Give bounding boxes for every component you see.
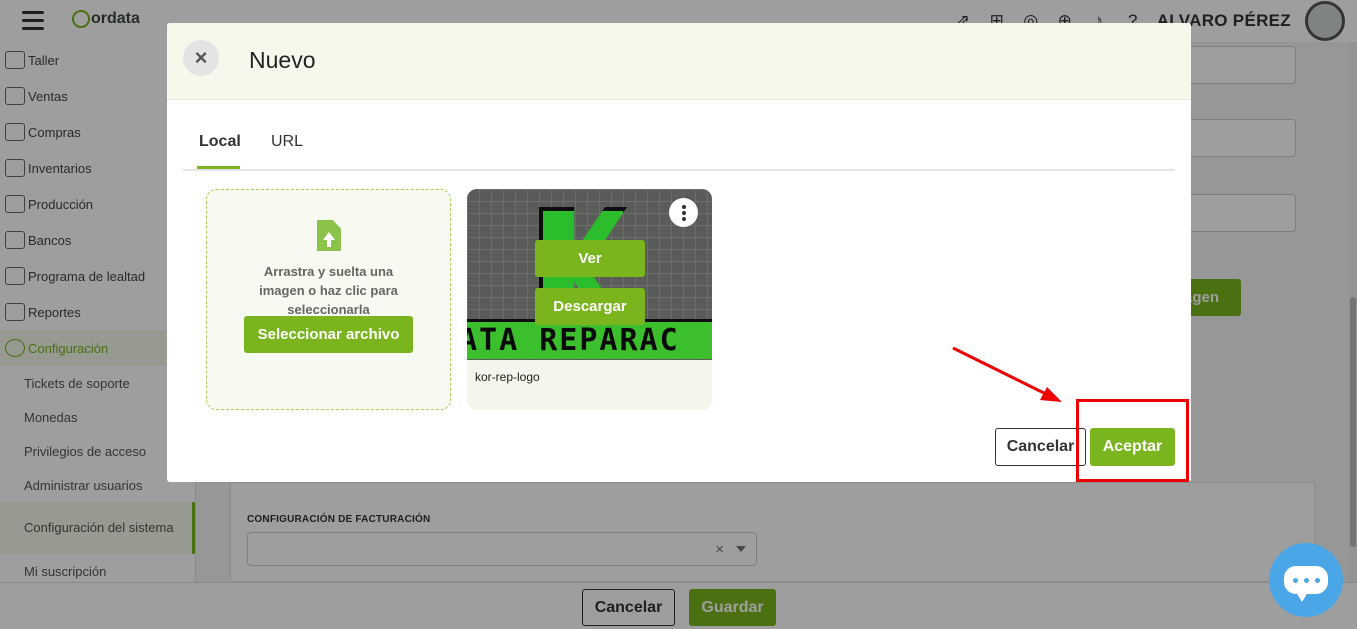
annotation-arrow (952, 346, 1062, 402)
annotation-highlight-box (1076, 399, 1189, 482)
chat-button[interactable] (1269, 543, 1343, 617)
chat-icon (1284, 566, 1328, 602)
